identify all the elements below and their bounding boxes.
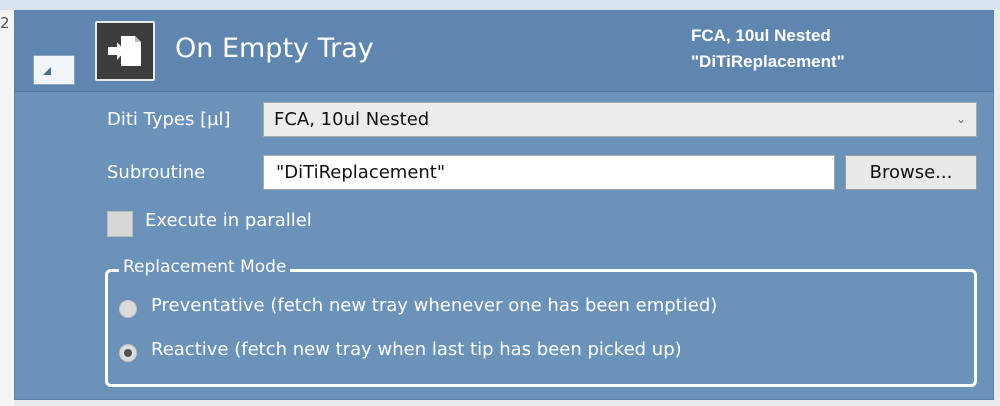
- panel-title: On Empty Tray: [175, 33, 374, 64]
- replacement-mode-legend: Replacement Mode: [119, 257, 291, 277]
- chevron-down-icon: ⌄: [955, 112, 966, 126]
- summary-diti-type: FCA, 10ul Nested: [691, 26, 831, 45]
- diti-types-value: FCA, 10ul Nested: [274, 109, 430, 130]
- execute-parallel-checkbox[interactable]: [107, 211, 133, 237]
- collapse-triangle-icon: [43, 67, 51, 75]
- radio-reactive-label: Reactive (fetch new tray when last tip h…: [151, 339, 682, 360]
- radio-preventative-label: Preventative (fetch new tray whenever on…: [151, 295, 718, 316]
- radio-preventative[interactable]: [119, 300, 137, 318]
- browse-button[interactable]: Browse...: [845, 155, 977, 190]
- diti-types-label: Diti Types [µl]: [107, 109, 231, 130]
- summary-subroutine: "DiTiReplacement": [691, 52, 845, 71]
- collapse-toggle[interactable]: [33, 55, 75, 85]
- corner-mark: 2: [0, 14, 10, 32]
- command-panel: On Empty Tray FCA, 10ul Nested "DiTiRepl…: [14, 10, 994, 400]
- top-strip: [0, 0, 1000, 10]
- subroutine-value: "DiTiReplacement": [276, 162, 446, 183]
- tray-replace-icon: [95, 21, 155, 81]
- diti-types-select[interactable]: FCA, 10ul Nested ⌄: [263, 102, 977, 137]
- left-gutter: [0, 10, 14, 406]
- header-summary: FCA, 10ul Nested "DiTiReplacement": [691, 23, 845, 75]
- radio-reactive[interactable]: [119, 344, 137, 362]
- execute-parallel-label: Execute in parallel: [145, 210, 312, 231]
- subroutine-input[interactable]: "DiTiReplacement": [263, 155, 835, 190]
- subroutine-label: Subroutine: [107, 162, 206, 183]
- panel-header: On Empty Tray FCA, 10ul Nested "DiTiRepl…: [15, 11, 993, 92]
- replacement-mode-group: [105, 269, 977, 387]
